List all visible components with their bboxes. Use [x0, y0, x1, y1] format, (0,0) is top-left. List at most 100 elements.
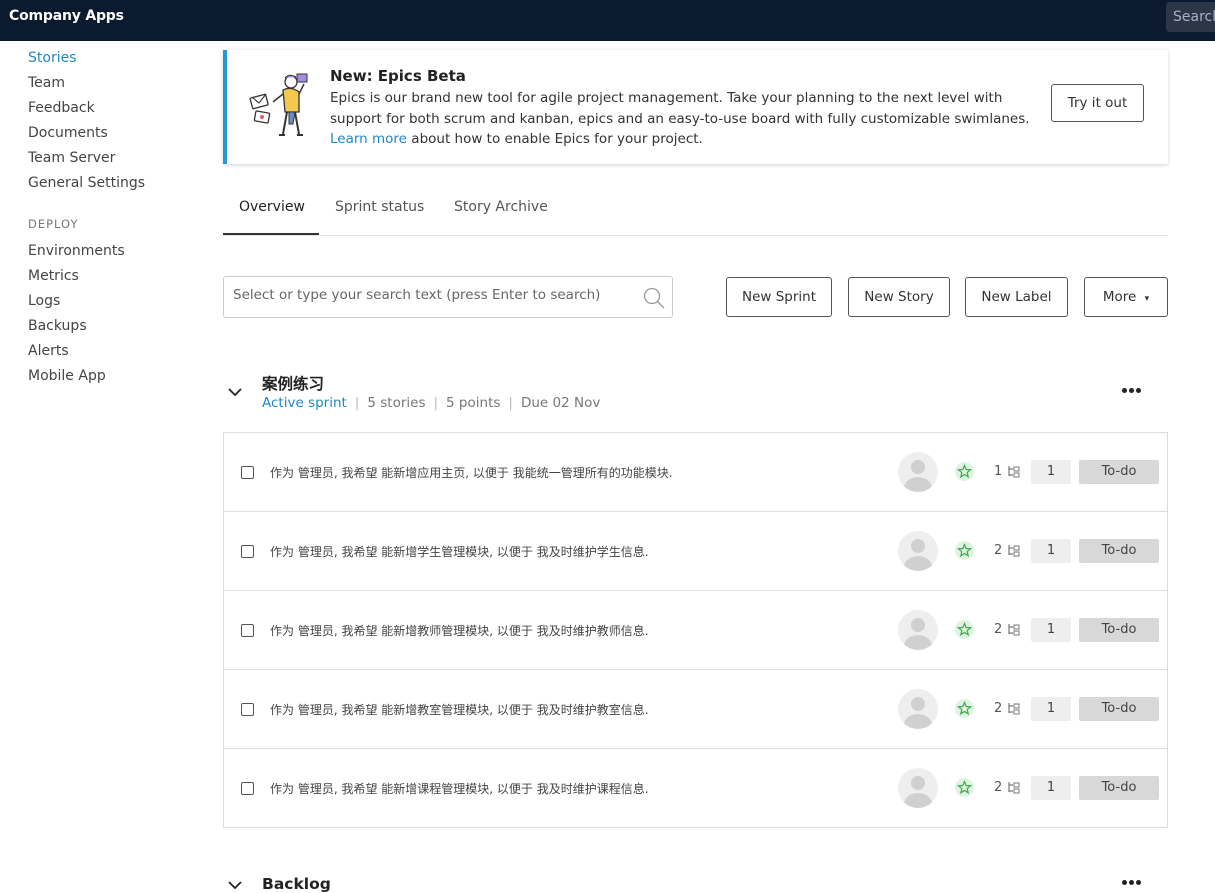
assignee-avatar[interactable] [898, 452, 938, 492]
story-type-star-icon[interactable] [955, 778, 974, 797]
sidebar-item-stories[interactable]: Stories [28, 48, 208, 73]
meta-separator: | [354, 395, 360, 411]
top-search-input[interactable]: Search [1166, 2, 1215, 32]
backlog-more-options-icon[interactable] [1120, 878, 1144, 886]
story-points[interactable]: 1 [1031, 539, 1071, 563]
task-hierarchy-icon [1008, 703, 1020, 715]
sprint-due-date: Due 02 Nov [520, 395, 601, 411]
sidebar-item-metrics[interactable]: Metrics [28, 266, 208, 291]
new-story-button[interactable]: New Story [848, 277, 950, 317]
story-checkbox[interactable] [241, 466, 254, 479]
banner-link-suffix: about how to enable Epics for your proje… [411, 131, 703, 147]
top-search-label: Search [1173, 9, 1215, 25]
assignee-avatar[interactable] [898, 531, 938, 571]
story-points[interactable]: 1 [1031, 776, 1071, 800]
story-type-star-icon[interactable] [955, 699, 974, 718]
sidebar-item-environments[interactable]: Environments [28, 241, 208, 266]
task-hierarchy-icon [1008, 782, 1020, 794]
story-type-star-icon[interactable] [955, 462, 974, 481]
task-count: 1 [994, 464, 1003, 479]
learn-more-link[interactable]: Learn more [330, 131, 407, 147]
story-checkbox[interactable] [241, 782, 254, 795]
story-row[interactable]: 作为 管理员, 我希望 能新增教师管理模块, 以便于 我及时维护教师信息. 2 … [224, 591, 1167, 670]
more-dropdown-button[interactable]: More ▾ [1084, 277, 1168, 317]
task-count: 2 [994, 622, 1003, 637]
story-status-badge[interactable]: To-do [1079, 539, 1159, 563]
sprint-story-list: 作为 管理员, 我希望 能新增应用主页, 以便于 我能统一管理所有的功能模块. … [223, 432, 1168, 828]
sidebar-item-feedback[interactable]: Feedback [28, 98, 208, 123]
try-it-out-button[interactable]: Try it out [1051, 84, 1144, 122]
assignee-avatar[interactable] [898, 689, 938, 729]
task-count: 2 [994, 780, 1003, 795]
story-checkbox[interactable] [241, 703, 254, 716]
collapse-sprint-chevron-icon[interactable] [227, 384, 243, 400]
story-row[interactable]: 作为 管理员, 我希望 能新增课程管理模块, 以便于 我及时维护课程信息. 2 … [224, 749, 1167, 827]
story-points[interactable]: 1 [1031, 697, 1071, 721]
sidebar: Stories Team Feedback Documents Team Ser… [28, 48, 208, 391]
sprint-story-count: 5 stories [367, 395, 426, 411]
story-points[interactable]: 1 [1031, 618, 1071, 642]
story-row[interactable]: 作为 管理员, 我希望 能新增应用主页, 以便于 我能统一管理所有的功能模块. … [224, 433, 1167, 512]
sprint-meta: Active sprint | 5 stories | 5 points | Due 02 … [262, 395, 600, 411]
banner-body: Epics is our brand new tool for agile pr… [330, 90, 1030, 127]
story-points[interactable]: 1 [1031, 460, 1071, 484]
task-hierarchy-icon [1008, 545, 1020, 557]
sidebar-item-general-settings[interactable]: General Settings [28, 173, 208, 198]
banner-description: Epics is our brand new tool for agile pr… [330, 88, 1030, 150]
story-title[interactable]: 作为 管理员, 我希望 能新增教师管理模块, 以便于 我及时维护教师信息. [270, 622, 649, 639]
task-count: 2 [994, 543, 1003, 558]
search-icon[interactable] [643, 287, 665, 309]
story-checkbox[interactable] [241, 545, 254, 558]
story-status-badge[interactable]: To-do [1079, 776, 1159, 800]
meta-separator: | [433, 395, 439, 411]
banner-title: New: Epics Beta [330, 67, 466, 85]
task-count: 2 [994, 701, 1003, 716]
sidebar-item-team-server[interactable]: Team Server [28, 148, 208, 173]
sidebar-item-alerts[interactable]: Alerts [28, 341, 208, 366]
collapse-backlog-chevron-icon[interactable] [227, 877, 243, 893]
story-title[interactable]: 作为 管理员, 我希望 能新增学生管理模块, 以便于 我及时维护学生信息. [270, 543, 649, 560]
sidebar-item-mobile-app[interactable]: Mobile App [28, 366, 208, 391]
story-search-input[interactable] [233, 287, 633, 303]
sidebar-item-backups[interactable]: Backups [28, 316, 208, 341]
task-hierarchy-icon [1008, 466, 1020, 478]
story-row[interactable]: 作为 管理员, 我希望 能新增教室管理模块, 以便于 我及时维护教室信息. 2 … [224, 670, 1167, 749]
task-hierarchy-icon [1008, 624, 1020, 636]
story-checkbox[interactable] [241, 624, 254, 637]
epics-illustration-icon [249, 73, 308, 136]
story-row[interactable]: 作为 管理员, 我希望 能新增学生管理模块, 以便于 我及时维护学生信息. 2 … [224, 512, 1167, 591]
assignee-avatar[interactable] [898, 610, 938, 650]
story-title[interactable]: 作为 管理员, 我希望 能新增课程管理模块, 以便于 我及时维护课程信息. [270, 780, 649, 797]
sidebar-item-documents[interactable]: Documents [28, 123, 208, 148]
story-status-badge[interactable]: To-do [1079, 618, 1159, 642]
meta-separator: | [508, 395, 513, 411]
tab-overview[interactable]: Overview [239, 199, 305, 215]
sprint-more-options-icon[interactable] [1120, 386, 1144, 394]
sidebar-deploy-heading: DEPLOY [28, 217, 79, 231]
story-type-star-icon[interactable] [955, 620, 974, 639]
backlog-title: Backlog [262, 875, 331, 893]
sidebar-item-team[interactable]: Team [28, 73, 208, 98]
story-status-badge[interactable]: To-do [1079, 697, 1159, 721]
story-status-badge[interactable]: To-do [1079, 460, 1159, 484]
sprint-title: 案例练习 [262, 375, 325, 393]
new-sprint-button[interactable]: New Sprint [726, 277, 832, 317]
story-type-star-icon[interactable] [955, 541, 974, 560]
tab-sprint-status[interactable]: Sprint status [335, 199, 424, 215]
sidebar-item-logs[interactable]: Logs [28, 291, 208, 316]
assignee-avatar[interactable] [898, 768, 938, 808]
sprint-status[interactable]: Active sprint [262, 395, 347, 411]
new-label-button[interactable]: New Label [965, 277, 1068, 317]
story-title[interactable]: 作为 管理员, 我希望 能新增应用主页, 以便于 我能统一管理所有的功能模块. [270, 464, 673, 481]
top-bar: Company Apps Search [0, 0, 1215, 41]
story-search-box[interactable] [223, 276, 673, 318]
active-tab-indicator [223, 233, 319, 235]
caret-down-icon: ▾ [1144, 294, 1150, 304]
app-title[interactable]: Company Apps [9, 8, 124, 24]
sprint-points: 5 points [446, 395, 501, 411]
more-label: More [1102, 289, 1137, 305]
tab-bar: Overview Sprint status Story Archive [223, 186, 1168, 236]
tab-story-archive[interactable]: Story Archive [454, 199, 548, 215]
story-title[interactable]: 作为 管理员, 我希望 能新增教室管理模块, 以便于 我及时维护教室信息. [270, 701, 649, 718]
epics-beta-banner: New: Epics Beta Epics is our brand new t… [223, 50, 1168, 164]
